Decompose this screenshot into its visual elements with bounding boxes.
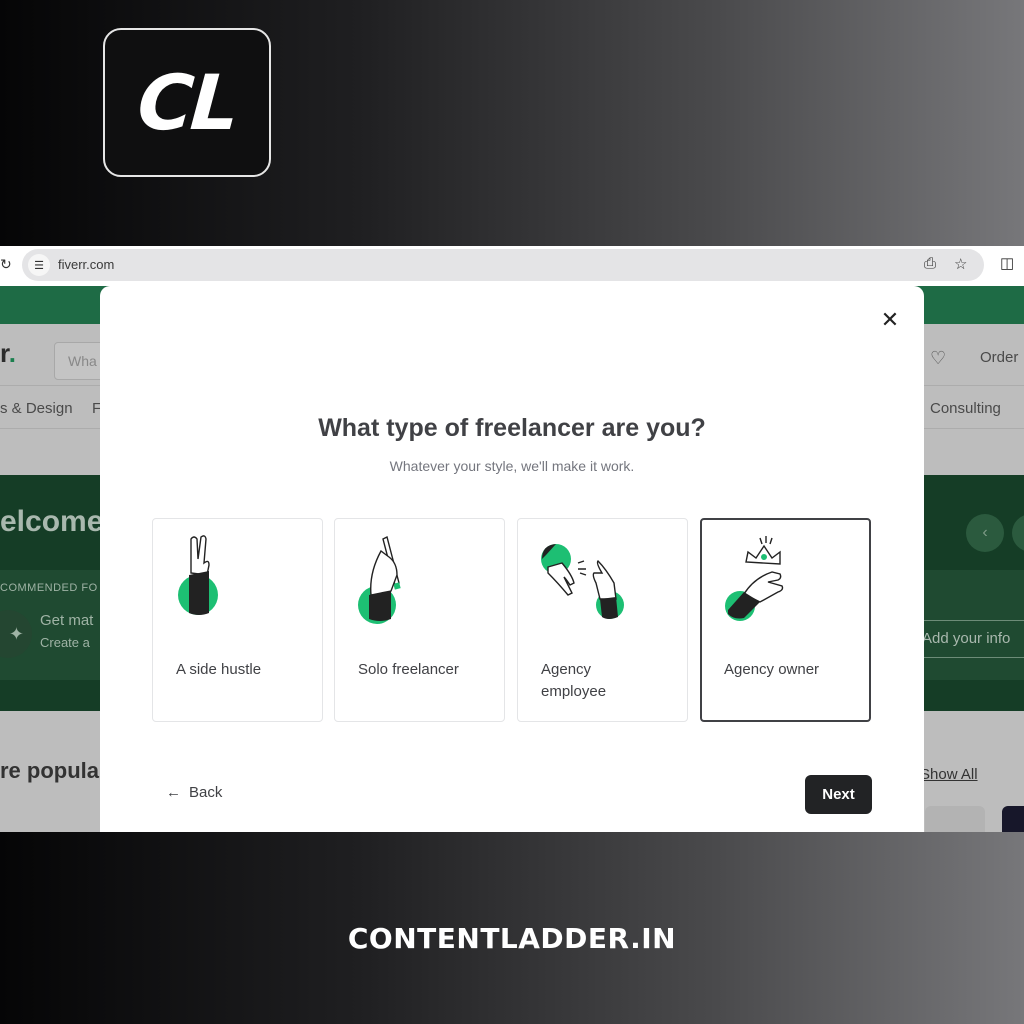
- option-label: Agency owner: [724, 661, 820, 678]
- option-solo-freelancer[interactable]: Solo freelancer: [334, 518, 505, 722]
- heart-icon[interactable]: ♡: [930, 348, 946, 369]
- browser-screenshot: ↻ ☰ fiverr.com ⎙ ☆ ◫ r. Wha ♡ Order s & …: [0, 246, 1024, 832]
- search-placeholder: Wha: [68, 353, 97, 369]
- peace-sign-hand-icon: [178, 535, 218, 615]
- close-icon[interactable]: ✕: [878, 308, 902, 332]
- bookmark-star-icon[interactable]: ☆: [954, 255, 967, 273]
- reload-icon[interactable]: ↻: [0, 256, 12, 273]
- option-agency-owner[interactable]: Agency owner: [700, 518, 871, 722]
- add-info-button[interactable]: Add your info: [922, 620, 1024, 658]
- category-consulting[interactable]: Consulting: [930, 400, 1001, 417]
- freelancer-type-modal: ✕ What type of freelancer are you? Whate…: [100, 286, 924, 832]
- extensions-icon[interactable]: ◫: [1000, 254, 1014, 272]
- hand-with-crown-icon: [725, 536, 784, 621]
- back-label: Back: [189, 784, 223, 801]
- recommended-title[interactable]: Get mat: [40, 612, 93, 629]
- modal-subtitle: Whatever your style, we'll make it work.: [389, 458, 635, 474]
- logo-fragment: r: [0, 338, 9, 368]
- carousel-next-button[interactable]: [1012, 514, 1024, 552]
- recommended-subtitle: Create a: [40, 635, 90, 650]
- back-button[interactable]: ← Back: [166, 784, 222, 801]
- option-label: Agency employee: [541, 661, 607, 700]
- option-label: Solo freelancer: [358, 661, 459, 678]
- logo-dot: .: [8, 338, 16, 368]
- logo-text: CL: [134, 58, 240, 147]
- orders-link[interactable]: Order: [980, 349, 1018, 366]
- next-button[interactable]: Next: [805, 775, 872, 814]
- popular-heading: re popula: [0, 758, 100, 783]
- magic-wand-icon: ✦: [0, 610, 32, 658]
- url-text[interactable]: fiverr.com: [58, 257, 114, 272]
- two-hands-snap-icon: [541, 544, 624, 619]
- modal-title: What type of freelancer are you?: [318, 414, 706, 442]
- footer-brand-text: CONTENTLADDER.IN: [347, 922, 677, 955]
- contentladder-logo: CL: [103, 28, 271, 177]
- option-agency-employee[interactable]: Agency employee: [517, 518, 688, 722]
- install-app-icon[interactable]: ⎙: [924, 255, 936, 272]
- welcome-heading: elcome: [0, 505, 104, 538]
- service-card[interactable]: [1002, 806, 1024, 832]
- option-side-hustle[interactable]: A side hustle: [152, 518, 323, 722]
- site-info-icon[interactable]: ☰: [28, 254, 50, 276]
- recommended-label: COMMENDED FO: [0, 582, 98, 594]
- show-all-link[interactable]: Show All: [920, 766, 978, 783]
- fiverr-logo[interactable]: r.: [0, 338, 16, 369]
- hand-holding-pencil-icon: [358, 535, 401, 624]
- address-bar[interactable]: ☰ fiverr.com ⎙ ☆: [22, 249, 984, 281]
- carousel-prev-button[interactable]: ‹: [966, 514, 1004, 552]
- browser-toolbar: ↻ ☰ fiverr.com ⎙ ☆ ◫: [0, 246, 1024, 286]
- option-label: A side hustle: [176, 661, 262, 678]
- service-card[interactable]: [925, 806, 985, 832]
- arrow-left-icon: ←: [166, 784, 181, 801]
- category-graphics-design[interactable]: s & Design: [0, 400, 73, 417]
